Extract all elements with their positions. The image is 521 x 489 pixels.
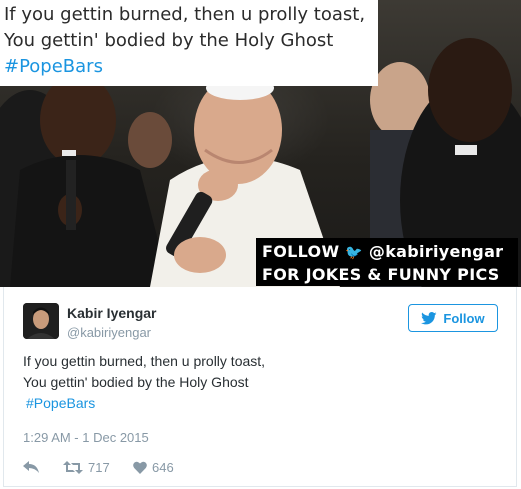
tweet-text-line-2: You gettin' bodied by the Holy Ghost <box>23 374 249 390</box>
tweet-timestamp[interactable]: 1:29 AM - 1 Dec 2015 <box>23 430 149 445</box>
reply-icon <box>23 461 39 473</box>
author-name[interactable]: Kabir Iyengar <box>67 305 156 321</box>
tweet-actions: 717 646 <box>23 458 174 476</box>
retweet-icon <box>63 460 83 474</box>
follow-banner: FOLLOW 🐦 @kabiriyengar FOR JOKES & FUNNY… <box>256 238 518 286</box>
meme-caption-hashtag: #PopeBars <box>4 56 103 77</box>
follow-banner-handle: @kabiriyengar <box>368 242 504 261</box>
avatar-image <box>23 303 59 339</box>
meme-caption: If you gettin burned, then u prolly toas… <box>0 0 378 86</box>
tweet-text-line-1: If you gettin burned, then u prolly toas… <box>23 353 266 369</box>
reply-button[interactable] <box>23 461 63 473</box>
heart-icon <box>133 461 147 474</box>
author-handle[interactable]: @kabiriyengar <box>67 325 151 340</box>
tweet-text: If you gettin burned, then u prolly toas… <box>23 351 463 414</box>
meme-image: If you gettin burned, then u prolly toas… <box>0 0 521 287</box>
follow-banner-prefix: FOLLOW <box>262 242 340 261</box>
meme-caption-line-2: You gettin' bodied by the Holy Ghost <box>4 30 334 51</box>
tweet-hashtag-link[interactable]: #PopeBars <box>23 393 463 414</box>
twitter-bird-icon: 🐦 <box>345 245 364 261</box>
meme-caption-line-1: If you gettin burned, then u prolly toas… <box>4 4 366 25</box>
like-count: 646 <box>152 459 174 475</box>
like-button[interactable]: 646 <box>133 460 174 475</box>
twitter-bird-icon <box>421 311 437 324</box>
avatar[interactable] <box>23 303 59 339</box>
retweet-count: 717 <box>88 459 110 475</box>
follow-button-label: Follow <box>443 310 485 326</box>
tweet-card: Kabir Iyengar @kabiriyengar Follow If yo… <box>3 287 517 487</box>
retweet-button[interactable]: 717 <box>63 460 133 475</box>
follow-banner-line-2: FOR JOKES & FUNNY PICS <box>262 265 500 284</box>
follow-button[interactable]: Follow <box>408 304 498 332</box>
follow-banner-line-1: FOLLOW 🐦 @kabiriyengar <box>262 241 518 264</box>
